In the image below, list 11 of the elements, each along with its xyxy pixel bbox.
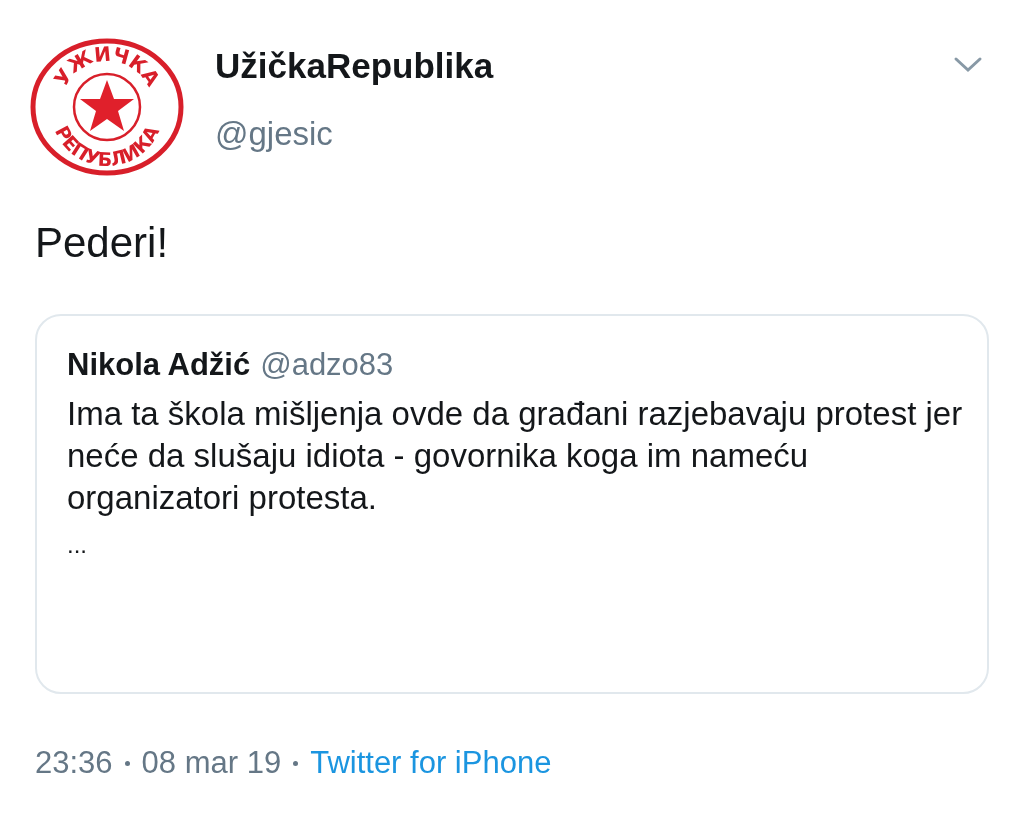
tweet-time: 23:36	[35, 744, 113, 782]
author-handle[interactable]: @gjesic	[215, 112, 494, 156]
ellipsis: ...	[67, 529, 87, 560]
chevron-down-icon[interactable]	[953, 56, 983, 74]
quoted-tweet-card[interactable]: Nikola Adžić @adzo83 Ima ta škola mišljenja ovde da građani razjebavaju protest jer neće da slušaju idiota - govornika koga im nameću organizatori protesta. ...	[35, 314, 989, 694]
quoted-author-handle: @adzo83	[260, 346, 394, 384]
tweet-date: 08 mar 19	[141, 744, 282, 782]
tweet-text: Pederi!	[35, 218, 170, 268]
quoted-author-name: Nikola Adžić	[67, 346, 251, 384]
quoted-tweet-text: Ima ta škola mišljenja ovde da građani razjebavaju protest jer neće da slušaju idiota - govornika koga im nameću organizatori protesta.	[67, 393, 964, 518]
author-name[interactable]: UžičkaRepublika	[215, 44, 494, 88]
